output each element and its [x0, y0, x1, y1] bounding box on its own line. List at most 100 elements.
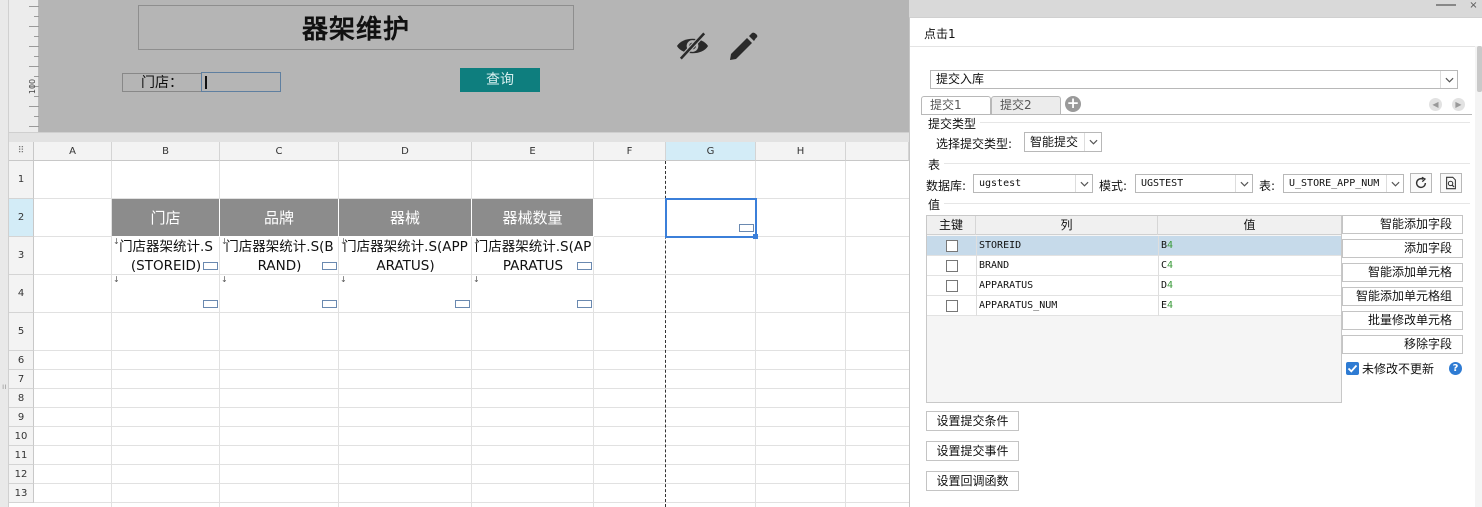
database-select[interactable]: ugstest — [973, 174, 1093, 193]
schema-label: 模式: — [1099, 179, 1128, 193]
data-cell-apparatus[interactable]: 门店器架统计.S(APPARATUS) — [339, 237, 472, 275]
submit-type-value: 智能提交 — [1030, 135, 1079, 149]
remove-field-button[interactable]: 移除字段 — [1342, 335, 1463, 354]
row-column-name: APPARATUS_NUM — [979, 300, 1058, 311]
column-header-b[interactable]: B — [112, 142, 220, 161]
cell-marker — [577, 300, 592, 308]
hyperlink-settings-panel: 点击1 提交入库 提交1 提交2 + ◀ ▶ 提交类型 选择提交类型: 智能提交… — [909, 17, 1482, 507]
chevron-down-icon — [1084, 133, 1101, 151]
tab-submit-2[interactable]: 提交2 — [991, 96, 1061, 114]
header-cell-store[interactable]: 门店 — [112, 199, 220, 237]
header-cell-apparatus-num[interactable]: 器械数量 — [472, 199, 594, 237]
help-icon[interactable]: ? — [1449, 362, 1462, 375]
column-header-c[interactable]: C — [220, 142, 339, 161]
panel-minimize-icon[interactable] — [1436, 0, 1456, 6]
fields-table: 主键 列 值 STOREID B4 BRAND C4 APPARATUS D4 … — [926, 215, 1342, 403]
left-collapse-strip[interactable]: ıı — [0, 0, 9, 507]
smart-add-field-button[interactable]: 智能添加字段 — [1342, 215, 1463, 234]
primary-key-checkbox[interactable] — [946, 300, 958, 312]
column-header-h[interactable]: H — [756, 142, 846, 161]
store-input[interactable] — [201, 72, 281, 92]
cell-marker — [203, 262, 218, 270]
selected-cell-g2[interactable] — [665, 198, 757, 238]
row-header-5[interactable]: 5 — [9, 313, 34, 351]
tab-next-icon[interactable]: ▶ — [1452, 98, 1465, 111]
tab-submit-1[interactable]: 提交1 — [921, 96, 991, 114]
row-header-6[interactable]: 6 — [9, 351, 34, 370]
report-title-box[interactable]: 器架维护 — [138, 5, 574, 50]
add-tab-icon[interactable]: + — [1065, 96, 1081, 112]
row-header-2[interactable]: 2 — [9, 199, 34, 237]
row-header-4[interactable]: 4 — [9, 275, 34, 313]
table-select[interactable]: U_STORE_APP_NUM — [1283, 174, 1404, 193]
row-value[interactable]: C4 — [1158, 256, 1173, 276]
refresh-button[interactable] — [1410, 173, 1432, 193]
smart-add-cell-group-button[interactable]: 智能添加单元格组 — [1342, 287, 1463, 306]
primary-key-checkbox[interactable] — [946, 260, 958, 272]
set-submit-event-button[interactable]: 设置提交事件 — [926, 441, 1019, 461]
table-row[interactable]: APPARATUS_NUM E4 — [927, 296, 1341, 316]
panel-scroll-thumb[interactable] — [1477, 46, 1482, 92]
row-value[interactable]: B4 — [1158, 236, 1173, 256]
row-header-13[interactable]: 13 — [9, 484, 34, 503]
primary-key-checkbox[interactable] — [946, 280, 958, 292]
set-submit-condition-button[interactable]: 设置提交条件 — [926, 411, 1019, 431]
select-all-corner[interactable]: ⠿ — [9, 142, 34, 161]
query-button[interactable]: 查询 — [460, 68, 540, 92]
set-callback-button[interactable]: 设置回调函数 — [926, 471, 1019, 491]
column-header-a[interactable]: A — [34, 142, 112, 161]
primary-key-checkbox[interactable] — [946, 240, 958, 252]
chevron-down-icon — [1075, 175, 1092, 192]
no-change-checkbox[interactable] — [1346, 362, 1359, 375]
row-header-1[interactable]: 1 — [9, 161, 34, 199]
header-cell-brand[interactable]: 品牌 — [220, 199, 339, 237]
chevron-down-icon — [1440, 71, 1457, 88]
column-header-d[interactable]: D — [339, 142, 472, 161]
cell-marker — [455, 300, 470, 308]
eye-off-icon[interactable] — [675, 30, 710, 62]
table-row[interactable]: STOREID B4 — [927, 236, 1341, 256]
database-label: 数据库: — [926, 179, 967, 193]
spreadsheet-grid[interactable]: ⠿ A B C D E F G H 1 2 3 4 5 6 7 8 9 10 1… — [9, 142, 909, 507]
panel-scrollbar[interactable] — [1475, 46, 1482, 507]
table-label: 表: — [1259, 179, 1276, 193]
pane-separator[interactable] — [9, 132, 1008, 142]
row-header-3[interactable]: 3 — [9, 237, 34, 275]
row-value[interactable]: D4 — [1158, 276, 1173, 296]
schema-select[interactable]: UGSTEST — [1135, 174, 1253, 193]
submit-type-select[interactable]: 智能提交 — [1024, 132, 1102, 152]
chevron-down-icon — [1235, 175, 1252, 192]
header-cell-apparatus[interactable]: 器械 — [339, 199, 472, 237]
cell-marker — [203, 300, 218, 308]
pencil-icon[interactable] — [727, 30, 759, 62]
action-type-value: 提交入库 — [936, 72, 985, 86]
action-type-select[interactable]: 提交入库 — [930, 70, 1458, 89]
add-field-button[interactable]: 添加字段 — [1342, 239, 1463, 258]
preview-table-button[interactable] — [1440, 173, 1462, 193]
panel-close-icon[interactable]: × — [1465, 0, 1482, 12]
report-title: 器架维护 — [301, 15, 410, 45]
row-column-name: APPARATUS — [979, 280, 1034, 291]
row-header-11[interactable]: 11 — [9, 446, 34, 465]
column-header-overflow[interactable] — [846, 142, 909, 161]
column-header-f[interactable]: F — [594, 142, 666, 161]
row-header-12[interactable]: 12 — [9, 465, 34, 484]
fill-handle[interactable] — [753, 234, 758, 239]
row-value[interactable]: E4 — [1158, 296, 1173, 316]
smart-add-cell-button[interactable]: 智能添加单元格 — [1342, 263, 1463, 282]
row-column-name: STOREID — [979, 240, 1022, 251]
table-row[interactable]: BRAND C4 — [927, 256, 1341, 276]
column-header-g[interactable]: G — [666, 142, 756, 161]
row-header-10[interactable]: 10 — [9, 427, 34, 446]
batch-modify-cell-button[interactable]: 批量修改单元格 — [1342, 311, 1463, 330]
data-cell-apparatus-num[interactable]: 门店器架统计.S(APPARATUS — [472, 237, 594, 275]
row-header-8[interactable]: 8 — [9, 389, 34, 408]
row-header-7[interactable]: 7 — [9, 370, 34, 389]
column-header-e[interactable]: E — [472, 142, 594, 161]
section-table: 表 — [928, 158, 941, 172]
tab-prev-icon[interactable]: ◀ — [1429, 98, 1442, 111]
cell-marker — [322, 300, 337, 308]
row-header-9[interactable]: 9 — [9, 408, 34, 427]
row-column-name: BRAND — [979, 260, 1010, 271]
table-row[interactable]: APPARATUS D4 — [927, 276, 1341, 296]
